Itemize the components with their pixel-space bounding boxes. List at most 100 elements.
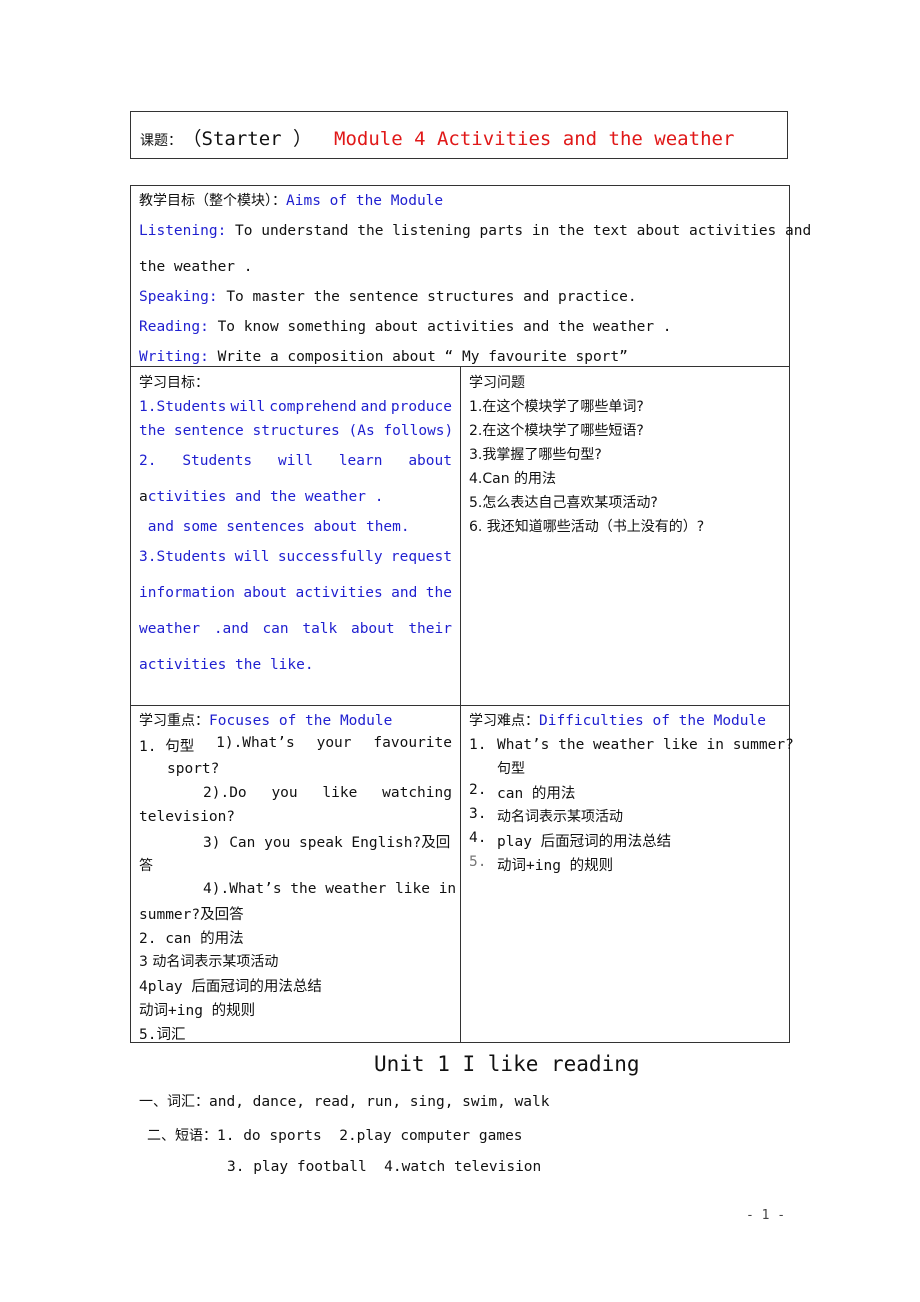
focus-line: 4).What’s the weather like in: [203, 881, 457, 897]
word: comprehend: [269, 399, 357, 415]
item-text: can 的用法: [497, 786, 576, 802]
starter-label: （Starter ）: [192, 128, 313, 150]
focus-line: 答: [139, 858, 153, 874]
objective-2-line-1: 2. Students will learn about: [139, 453, 452, 469]
item-text: What’s the weather like in summer?: [497, 737, 794, 753]
word: and: [360, 399, 387, 415]
phrases-line-1: 二、短语：1. do sports 2.play computer games: [147, 1125, 523, 1145]
first-letter: a: [139, 489, 148, 505]
word: 2).Do: [203, 785, 247, 801]
focuses-heading-cn: 学习重点：: [139, 713, 209, 729]
difficulties-heading-cn: 学习难点：: [469, 713, 539, 729]
question-item: 3.我掌握了哪些句型?: [469, 447, 602, 463]
word: about: [408, 453, 452, 469]
reading-text: To know something about activities and t…: [217, 319, 672, 335]
difficulty-item: 4. play 后面冠词的用法总结: [469, 830, 671, 850]
difficulties-heading-en: Difficulties of the Module: [539, 713, 766, 729]
lesson-title-box: 课题： （Starter ） Module 4 Activities and the…: [130, 111, 788, 159]
vocabulary-line: 一、词汇：and, dance, read, run, sing, swim, …: [139, 1091, 549, 1111]
vocabulary-label: 一、词汇：: [139, 1094, 209, 1110]
item-number: 5.: [469, 854, 487, 870]
phrases-line-2: 3. play football 4.watch television: [227, 1159, 542, 1175]
speaking-label: Speaking:: [139, 289, 218, 305]
word: weather: [139, 621, 201, 637]
word: information: [139, 585, 236, 601]
word: about: [350, 621, 395, 637]
word: watching: [382, 785, 452, 801]
difficulties-cell: 学习难点：Difficulties of the Module 1. What’…: [469, 706, 794, 1042]
module-title: Module 4 Activities and the weather: [334, 128, 735, 150]
focus-line: 1. 句型 1).What’s your favourite: [139, 735, 452, 756]
page-number: - 1 -: [746, 1208, 786, 1223]
word: will: [278, 453, 313, 469]
word: request: [390, 549, 452, 565]
question-item: 4.Can 的用法: [469, 471, 557, 487]
speaking-text: To master the sentence structures and pr…: [226, 289, 637, 305]
question-item: 5.怎么表达自己喜欢某项活动?: [469, 495, 658, 511]
writing-label: Writing:: [139, 349, 209, 365]
focus-line: 2).Do you like watching: [203, 785, 452, 801]
difficulty-item-cont: 句型: [497, 761, 525, 777]
word: produce: [390, 399, 452, 415]
word: will: [234, 549, 270, 565]
objectives-cell: 学习目标： 1.Students will comprehend and pro…: [139, 367, 453, 705]
difficulty-item: 1. What’s the weather like in summer?: [469, 737, 794, 753]
objective-3-line-3: weather .and can talk about their: [139, 621, 452, 637]
word: your: [316, 735, 352, 751]
word: talk: [302, 621, 338, 637]
objective-1-line-2: the sentence structures (As follows): [139, 423, 454, 439]
objective-2-line-3: and some sentences about them.: [139, 519, 410, 535]
word: like: [322, 785, 358, 801]
word: activities: [295, 585, 383, 601]
focus-line: 2. can 的用法: [139, 931, 244, 947]
word: 1.Students: [139, 399, 227, 415]
item-number: 2.: [469, 782, 487, 798]
aims-heading-cn: 教学目标（整个模块）：: [139, 193, 286, 209]
phrases-text: 1. do sports 2.play computer games: [217, 1128, 523, 1144]
focuses-heading-en: Focuses of the Module: [209, 713, 393, 729]
word: favourite: [373, 735, 452, 751]
questions-heading: 学习问题: [469, 375, 525, 391]
listening-text: To understand the listening parts in the…: [235, 223, 812, 239]
item-number: 1.: [469, 737, 487, 753]
item-text: 动名词表示某项活动: [497, 809, 623, 825]
word: 1).What’s: [216, 735, 295, 751]
word: Students: [182, 453, 253, 469]
objective-2-line-2: activities and the weather .: [139, 489, 383, 505]
writing-text: Write a composition about “ My favourite…: [217, 349, 628, 365]
focus-line: summer?及回答: [139, 907, 244, 923]
focus-line: 3) Can you speak English?及回: [203, 835, 451, 851]
question-item: 2.在这个模块学了哪些短语?: [469, 423, 644, 439]
word: .and: [213, 621, 249, 637]
focus-line: 4play 后面冠词的用法总结: [139, 979, 322, 995]
word: can: [262, 621, 289, 637]
unit-title: Unit 1 I like reading: [374, 1052, 640, 1076]
question-item: 1.在这个模块学了哪些单词?: [469, 399, 644, 415]
objectives-heading: 学习目标：: [139, 375, 209, 391]
objective-3-line-2: information about activities and the: [139, 585, 452, 601]
listening-text-cont: the weather .: [139, 259, 253, 275]
word: and: [391, 585, 418, 601]
objective-1-line-1: 1.Students will comprehend and produce: [139, 399, 452, 415]
item-number: 4.: [469, 830, 487, 846]
word: learn: [338, 453, 383, 469]
module-plan-table: 教学目标（整个模块）：Aims of the Module Listening:…: [130, 185, 811, 1043]
focus-line: 动词+ing 的规则: [139, 1003, 256, 1019]
questions-cell: 学习问题 1.在这个模块学了哪些单词? 2.在这个模块学了哪些短语? 3.我掌握…: [469, 367, 787, 705]
item-text: 动词+ing 的规则: [497, 858, 614, 874]
item-number: 3.: [469, 806, 487, 822]
difficulty-item: 5. 动词+ing 的规则: [469, 854, 613, 874]
difficulty-item: 3. 动名词表示某项活动: [469, 806, 623, 825]
item-text: play 后面冠词的用法总结: [497, 834, 672, 850]
rest-text: ctivities and the weather .: [147, 489, 384, 505]
objective-3-line-4: activities the like.: [139, 657, 314, 673]
listening-label: Listening:: [139, 223, 227, 239]
word: 3.Students: [139, 549, 227, 565]
focus-line: sport?: [167, 761, 220, 777]
aims-section: 教学目标（整个模块）：Aims of the Module Listening:…: [131, 186, 811, 367]
word: about: [243, 585, 288, 601]
vocabulary-words: and, dance, read, run, sing, swim, walk: [209, 1094, 550, 1110]
word: their: [408, 621, 452, 637]
focus-line: television?: [139, 809, 236, 825]
word: successfully: [277, 549, 383, 565]
